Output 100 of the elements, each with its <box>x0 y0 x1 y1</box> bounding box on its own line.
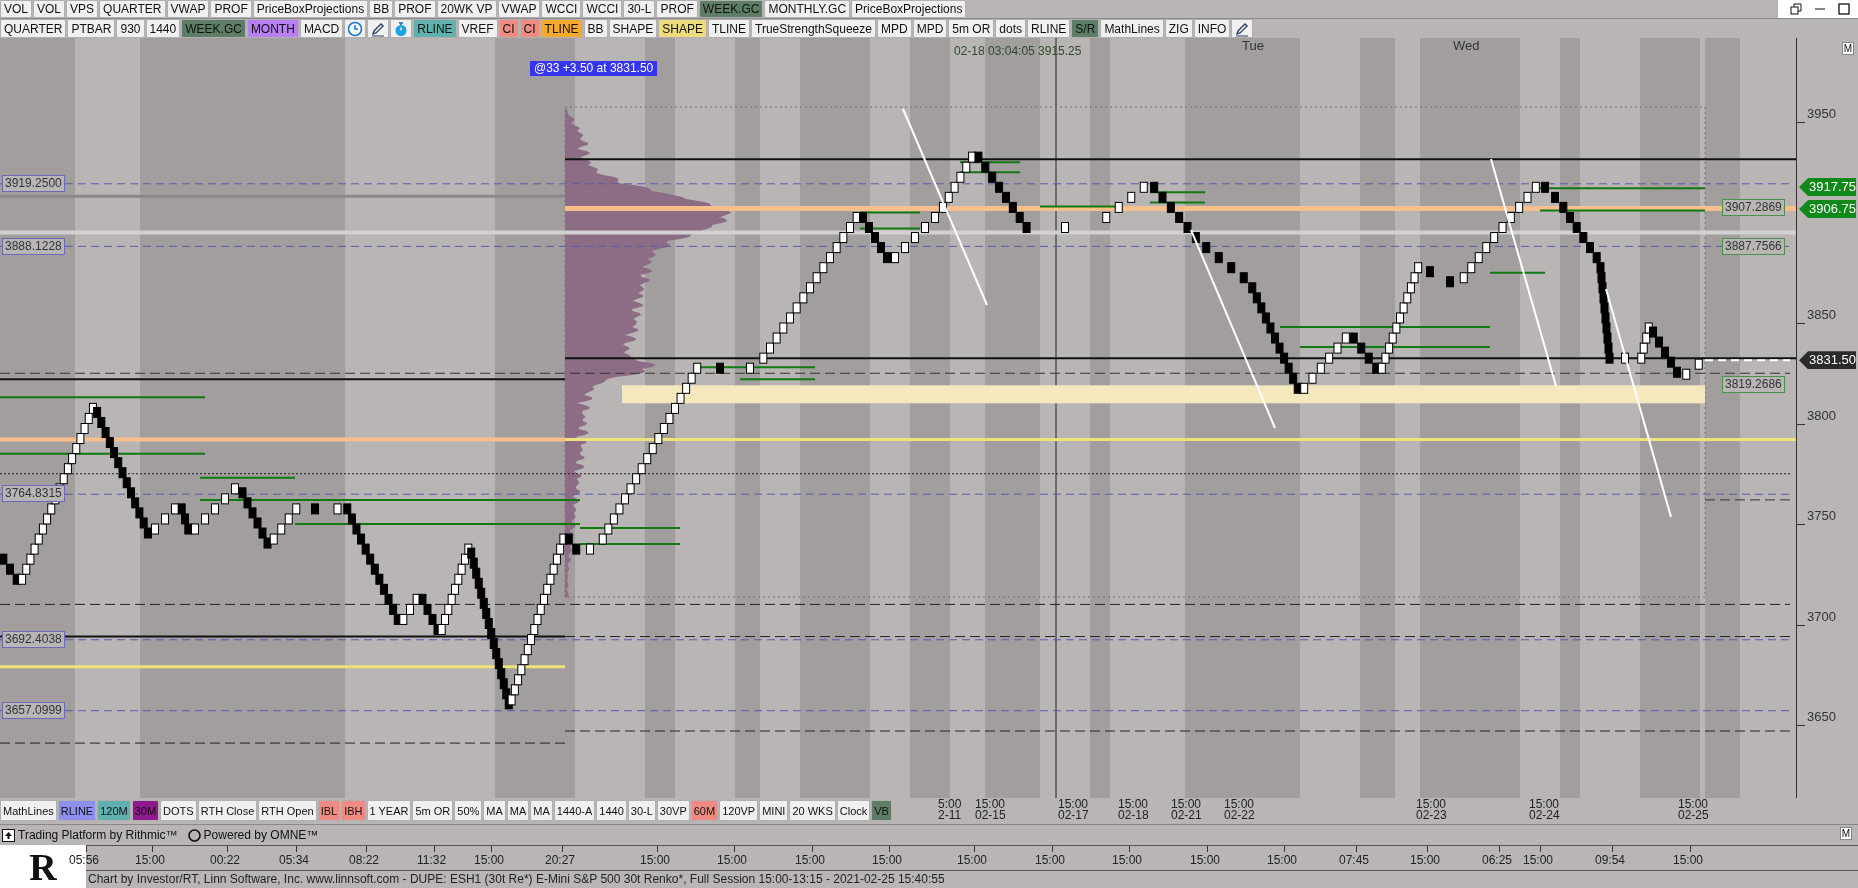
toolbar-button[interactable]: WCCI <box>541 0 582 19</box>
toolbar-button[interactable]: VOL <box>33 0 66 19</box>
toolbar-button[interactable]: RLINE <box>1027 19 1071 39</box>
toolbar-button[interactable]: VB <box>871 800 892 822</box>
toolbar-button[interactable]: RTH Close <box>197 800 258 822</box>
toolbar-button[interactable]: ZIG <box>1164 19 1193 39</box>
toolbar-button[interactable]: MPD <box>876 19 912 39</box>
toolbar-button[interactable]: QUARTER <box>0 19 67 39</box>
toolbar-button[interactable]: IBL <box>317 800 341 822</box>
date-label: 15:00 02-15 <box>975 799 1006 822</box>
toolbar-button[interactable]: VWAP <box>166 0 210 19</box>
time-tick-label: 15:00 <box>1267 853 1298 867</box>
toolbar-button[interactable]: WEEK.GC <box>181 19 246 39</box>
toolbar-button[interactable]: QUARTER <box>99 0 166 19</box>
level-label: 3764.8315 <box>2 485 65 503</box>
toolbar-button[interactable]: MathLines <box>0 800 57 822</box>
toolbar-button[interactable]: VOL <box>0 0 32 19</box>
toolbar-button[interactable]: VPS <box>66 0 99 19</box>
price-tick-label: 3850 <box>1807 307 1836 323</box>
toolbar-button[interactable]: MONTHLY.GC <box>764 0 851 19</box>
time-tick-label: 15:00 <box>872 853 903 867</box>
toolbar-button[interactable]: 30VP <box>656 800 690 822</box>
price-marker: 3917.75 <box>1799 178 1857 196</box>
toolbar-button[interactable]: MA <box>506 800 530 822</box>
pencil-icon[interactable] <box>370 20 387 37</box>
time-tick-label: 11:32 <box>417 853 447 867</box>
toolbar-button[interactable]: Clock <box>836 800 871 822</box>
time-tick-label: 15:00 <box>717 853 748 867</box>
restore-icon[interactable] <box>1790 3 1802 16</box>
toolbar-button[interactable]: 1440 <box>596 800 627 822</box>
toolbar-button[interactable]: PTBAR <box>67 19 116 39</box>
toolbar-button[interactable]: VWAP <box>497 0 541 19</box>
time-tick-label: 05:34 <box>279 853 310 867</box>
toolbar-button[interactable]: PROF <box>656 0 698 19</box>
time-tick-label: 15:00 <box>1035 853 1066 867</box>
toolbar-button[interactable]: MACD <box>299 19 344 39</box>
toolbar-button[interactable]: MPD <box>912 19 948 39</box>
toolbar-button[interactable]: 5m OR <box>412 800 454 822</box>
toolbar-button[interactable]: PriceBoxProjections <box>252 0 369 19</box>
toolbar-button[interactable]: 120VP <box>719 800 759 822</box>
toolbar-button[interactable]: TLINE <box>708 19 750 39</box>
toolbar-button[interactable]: MA <box>530 800 553 822</box>
toolbar-button[interactable]: 1 YEAR <box>366 800 412 822</box>
toolbar-button[interactable]: TrueStrengthSqueeze <box>751 19 876 39</box>
toolbar-button[interactable]: 60M <box>690 800 719 822</box>
tick-info-label: @33 +3.50 at 3831.50 <box>530 61 658 77</box>
date-label: 15:00 02-22 <box>1224 799 1255 822</box>
toolbar-button[interactable]: WEEK.GC <box>698 0 764 19</box>
toolbar-button[interactable]: 120M <box>97 800 131 822</box>
toolbar-button[interactable]: 30-L <box>623 0 656 19</box>
toolbar-button[interactable]: 5m OR <box>948 19 995 39</box>
toolbar-button[interactable]: S/R <box>1071 19 1100 39</box>
toolbar-button[interactable]: 930 <box>116 19 145 39</box>
scale-button[interactable]: M <box>1841 42 1854 56</box>
toolbar-button[interactable]: dots <box>995 19 1026 39</box>
toolbar-button[interactable]: 30-L <box>627 800 656 822</box>
toolbar-button[interactable]: 1440 <box>145 19 181 39</box>
time-tick-label: 06:25 <box>1482 853 1513 867</box>
time-tick-label: 15:00 <box>474 853 505 867</box>
toolbar-button[interactable]: TLINE <box>540 19 583 39</box>
toolbar-button[interactable]: MONTH <box>246 19 299 39</box>
toolbar-button[interactable]: MA <box>483 800 506 822</box>
toolbar-button[interactable]: MathLines <box>1100 19 1164 39</box>
price-tick-label: 3650 <box>1807 709 1836 725</box>
toolbar-button[interactable]: CI <box>519 19 540 39</box>
toolbar-button[interactable]: RLINE <box>57 800 97 822</box>
omne-credit: Powered by OMNE™ <box>203 828 319 842</box>
time-tick-label: 15:00 <box>1190 853 1221 867</box>
toolbar-button[interactable]: SHAPE <box>658 19 707 39</box>
time-tick-label: 15:00 <box>1523 853 1554 867</box>
toolbar-button[interactable]: BB <box>369 0 394 19</box>
toolbar-button[interactable]: IBH <box>341 800 366 822</box>
date-label: 15:00 02-21 <box>1171 799 1202 822</box>
toolbar-button[interactable]: 50% <box>454 800 483 822</box>
scale-button[interactable]: M <box>1839 827 1852 840</box>
toolbar-button[interactable]: RLINE <box>413 19 457 39</box>
level-label: 3887.7566 <box>1722 238 1785 256</box>
toolbar-button[interactable]: PROF <box>210 0 252 19</box>
toolbar-button[interactable]: 20WK VP <box>436 0 497 19</box>
clock-icon[interactable] <box>347 20 364 37</box>
time-tick-label: 15:00 <box>135 853 166 867</box>
toolbar-button[interactable]: PriceBoxProjections <box>851 0 967 19</box>
toolbar-button[interactable]: RTH Open <box>258 800 317 822</box>
toolbar-button[interactable]: DOTS <box>160 800 197 822</box>
toolbar-button[interactable]: WCCI <box>582 0 623 19</box>
time-tick-label: 15:00 <box>1112 853 1143 867</box>
price-tick-label: 3950 <box>1807 106 1836 122</box>
toolbar-button[interactable]: PROF <box>394 0 436 19</box>
toolbar-button[interactable]: VREF <box>457 19 498 39</box>
toolbar-button[interactable]: INFO <box>1193 19 1231 39</box>
toolbar-button[interactable]: CI <box>498 19 519 39</box>
time-tick-label: 07:45 <box>1339 853 1370 867</box>
maximize-icon[interactable] <box>1838 3 1850 16</box>
toolbar-button[interactable]: 1440-A <box>553 800 596 822</box>
toolbar-button[interactable]: SHAPE <box>608 19 658 39</box>
toolbar-button[interactable]: 20 WKS <box>789 800 836 822</box>
toolbar-button[interactable]: MINI <box>759 800 789 822</box>
toolbar-button[interactable]: BB <box>583 19 608 39</box>
time-tick-label: 15:00 <box>1410 853 1441 867</box>
edit-icon[interactable] <box>1234 20 1251 37</box>
